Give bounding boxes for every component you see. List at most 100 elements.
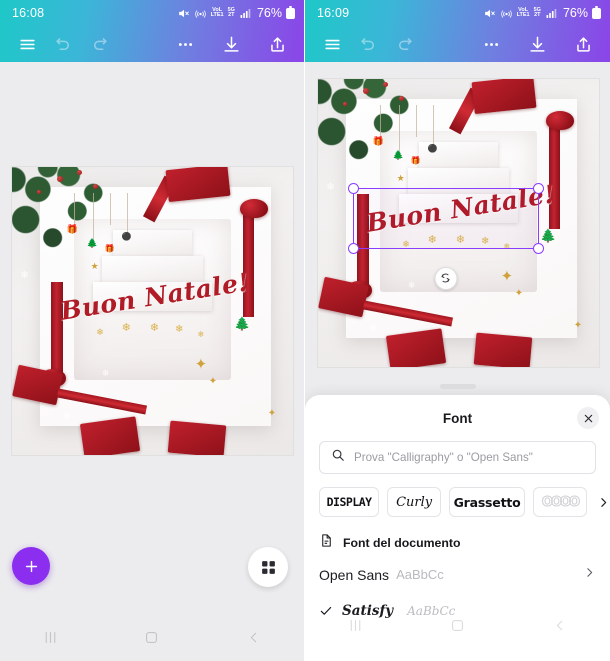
gold-snowflake: ❄	[96, 327, 104, 338]
gold-ornament: ⚫	[121, 232, 132, 242]
red-ribbon	[548, 119, 560, 229]
back-icon[interactable]	[551, 617, 568, 639]
system-nav-bar-right	[305, 607, 610, 649]
hanging-string	[110, 192, 112, 225]
design-canvas-right[interactable]: 🎁 🌲 🎁 ⚫ ★ ❄ ❄ ❄ ❄ ❄ ✦ ✦ ❄ ❄ ❄ 🌲 ✦ Buon N…	[318, 79, 599, 367]
rotate-handle-icon[interactable]	[434, 266, 458, 290]
home-icon[interactable]	[449, 617, 466, 639]
dual-screenshot: 16:08 VoL LTE1 5G 2T 76% 🎁 🌲 🎁 ⚫ ★ ❄ ❄ ❄…	[0, 0, 610, 661]
gold-sparkle: ✦	[208, 376, 218, 388]
resize-handle-top-right[interactable]	[532, 183, 544, 195]
section-title: Font del documento	[343, 536, 461, 550]
white-snowflake: ❄	[368, 322, 378, 335]
battery-percent: 76%	[256, 6, 282, 20]
hotspot-icon	[500, 9, 512, 18]
editor-toolbar-right	[305, 26, 610, 62]
add-element-fab[interactable]	[12, 547, 50, 585]
system-nav-bar-left	[0, 619, 304, 661]
hanging-string	[93, 192, 95, 245]
gold-ornament: ★	[396, 173, 405, 184]
fir-branch	[12, 167, 125, 274]
gold-ornament: ★	[90, 261, 99, 272]
top-bar-left: 16:08 VoL LTE1 5G 2T 76%	[0, 0, 304, 62]
gold-sparkle: ✦	[500, 268, 514, 286]
search-icon	[331, 448, 345, 467]
gold-ornament: 🎁	[372, 135, 384, 146]
chevron-right-icon[interactable]	[583, 566, 596, 584]
gold-ornament: 🎁	[410, 155, 421, 165]
font-row-open-sans[interactable]: Open Sans AaBbCc	[319, 558, 596, 591]
hanging-string	[399, 104, 401, 157]
screen-left: 16:08 VoL LTE1 5G 2T 76% 🎁 🌲 🎁 ⚫ ★ ❄ ❄ ❄…	[0, 0, 305, 661]
share-icon[interactable]	[262, 29, 292, 59]
gold-sparkle: ✦	[573, 319, 583, 331]
gold-snowflake: ❄	[121, 321, 131, 334]
menu-icon[interactable]	[12, 29, 42, 59]
status-icon-group: VoL LTE1 5G 2T 76%	[177, 5, 295, 20]
close-icon[interactable]	[577, 407, 599, 429]
battery-percent: 76%	[562, 6, 588, 20]
status-clock: 16:09	[317, 6, 350, 20]
sheet-grabber[interactable]	[439, 384, 476, 389]
red-bow	[239, 198, 268, 218]
fir-branch	[318, 79, 431, 186]
signal-bars-icon	[546, 9, 557, 18]
signal-bars-icon	[240, 9, 251, 18]
status-icon-group: VoL LTE1 5G 2T 76%	[483, 5, 601, 20]
berry	[56, 175, 63, 182]
christmas-scene: 🎁 🌲 🎁 ⚫ ★ ❄ ❄ ❄ ❄ ❄ ✦ ✦ ❄ ❄ ❄ 🌲 ✦ Buon N…	[318, 79, 599, 367]
chip-curly[interactable]: Curly	[387, 487, 442, 517]
white-snowflake: ❄	[101, 367, 110, 378]
mute-icon	[178, 9, 189, 17]
gold-sparkle: ✦	[194, 356, 208, 374]
download-icon[interactable]	[522, 29, 552, 59]
chip-outline[interactable]: OOOO	[533, 487, 587, 517]
menu-icon[interactable]	[317, 29, 347, 59]
gold-snowflake: ❄	[149, 321, 159, 334]
text-selection-box[interactable]	[348, 183, 544, 290]
resize-handle-bottom-right[interactable]	[532, 242, 544, 254]
top-bar-right: 16:09 VoL LTE1 5G 2T 76%	[305, 0, 610, 62]
red-gift	[386, 328, 447, 367]
share-icon[interactable]	[568, 29, 598, 59]
home-icon[interactable]	[143, 629, 160, 651]
5g-icon: 5G 2T	[227, 6, 235, 18]
chip-grassetto[interactable]: Grassetto	[449, 487, 526, 517]
design-canvas-left[interactable]: 🎁 🌲 🎁 ⚫ ★ ❄ ❄ ❄ ❄ ❄ ✦ ✦ ❄ ❄ ❄ 🌲 ✦ Buon N…	[12, 167, 293, 455]
berry	[362, 87, 369, 94]
chip-display[interactable]: DISPLAY	[319, 487, 380, 517]
resize-handle-bottom-left[interactable]	[348, 242, 360, 254]
undo-icon[interactable]	[353, 29, 383, 59]
download-icon[interactable]	[216, 29, 246, 59]
chevron-right-icon[interactable]	[595, 496, 610, 509]
search-input[interactable]	[354, 451, 584, 464]
gold-ornament: 🌲	[392, 150, 404, 160]
hanging-string	[416, 104, 418, 137]
white-snowflake: ❄	[62, 410, 72, 423]
status-clock: 16:08	[12, 6, 45, 20]
section-header: Font del documento	[319, 533, 596, 553]
undo-icon[interactable]	[48, 29, 78, 59]
5g-icon: 5G 2T	[533, 6, 541, 18]
font-category-chips: DISPLAY Curly Grassetto OOOO	[305, 474, 610, 517]
recents-icon[interactable]	[42, 629, 59, 651]
white-snowflake: ❄	[407, 279, 416, 290]
white-snowflake: ❄	[20, 269, 29, 281]
more-icon[interactable]	[170, 29, 200, 59]
berry	[76, 169, 82, 175]
resize-handle-top-left[interactable]	[348, 183, 360, 195]
recents-icon[interactable]	[347, 617, 364, 639]
red-ribbon	[242, 207, 254, 317]
pages-grid-button[interactable]	[248, 547, 288, 587]
font-sample: AaBbCc	[396, 567, 444, 582]
font-panel-header: Font	[305, 395, 610, 441]
back-icon[interactable]	[245, 629, 262, 651]
redo-icon[interactable]	[84, 29, 114, 59]
red-bow	[545, 110, 574, 130]
gold-sparkle: ✦	[267, 407, 277, 419]
redo-icon[interactable]	[389, 29, 419, 59]
search-box[interactable]	[319, 441, 596, 474]
more-icon[interactable]	[476, 29, 506, 59]
gold-ornament: 🎁	[104, 243, 115, 253]
font-search-wrap	[305, 441, 610, 474]
